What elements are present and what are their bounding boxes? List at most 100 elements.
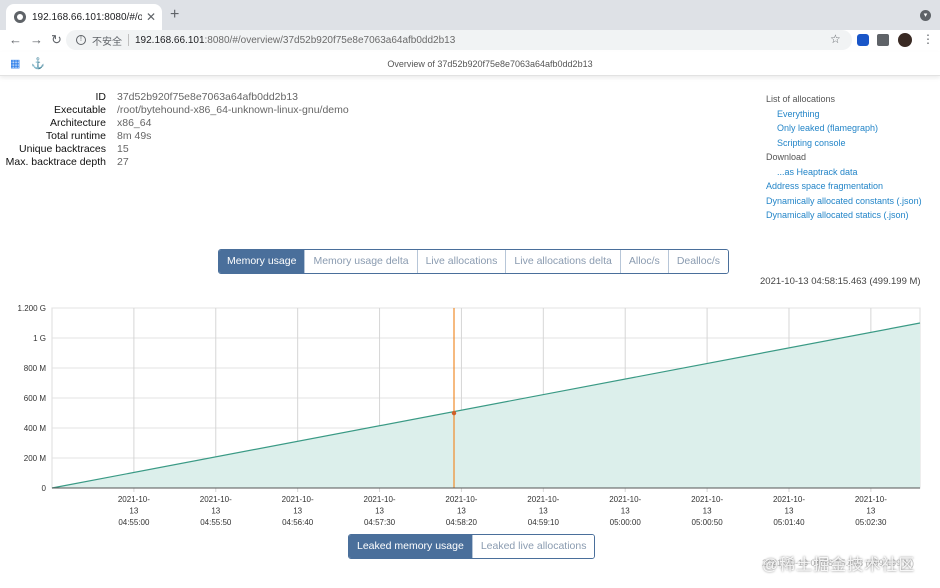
overview-info: ID 37d52b920f75e8e7063a64afb0dd2b13 Execu… [0, 91, 349, 169]
info-key: Total runtime [45, 130, 106, 142]
download-header: Download [766, 152, 807, 162]
tab-leaked-memory-usage[interactable]: Leaked memory usage [349, 535, 472, 558]
x-tick-label: 2021-10- [364, 495, 396, 504]
info-value: 37d52b920f75e8e7063a64afb0dd2b13 [117, 91, 299, 103]
insecure-label: 不安全 [92, 36, 122, 48]
x-tick-label: 05:01:40 [773, 518, 805, 527]
app-header: ▦ ⚓ Overview of 37d52b920f75e8e7063a64af… [0, 52, 940, 76]
forward-icon[interactable]: → [30, 32, 43, 48]
watermark: @稀土掘金技术社区 [762, 557, 916, 574]
links-panel: List of allocations Everything Only leak… [766, 92, 922, 223]
cursor-point [451, 410, 457, 416]
info-value: x86_64 [117, 117, 152, 129]
x-tick-label: 05:00:00 [610, 518, 642, 527]
info-key: Architecture [49, 117, 106, 129]
x-tick-label: 2021-10- [200, 495, 232, 504]
leak-tabs: Leaked memory usage Leaked live allocati… [348, 534, 596, 559]
tab-memory-usage-delta[interactable]: Memory usage delta [304, 250, 417, 273]
y-tick-label: 800 M [24, 364, 47, 373]
x-tick-label: 2021-10- [118, 495, 150, 504]
y-tick-label: 0 [42, 484, 47, 493]
tab-live-allocations[interactable]: Live allocations [416, 250, 506, 273]
x-tick-label: 2021-10- [282, 495, 314, 504]
x-tick-label: 2021-10- [773, 495, 805, 504]
chart-tabs: Memory usage Memory usage delta Live all… [218, 249, 729, 274]
more-icon[interactable]: ⋮ [922, 32, 934, 46]
link-scripting-console[interactable]: Scripting console [766, 136, 922, 151]
info-key: Executable [54, 104, 106, 116]
x-tick-label: 04:57:30 [364, 518, 396, 527]
tab-memory-usage[interactable]: Memory usage [219, 250, 305, 273]
url-host: 192.168.66.101 [135, 34, 205, 46]
back-icon[interactable]: ← [9, 32, 22, 48]
x-tick-label: 13 [621, 507, 630, 516]
x-tick-label: 04:56:40 [282, 518, 314, 527]
x-tick-label: 13 [866, 507, 875, 516]
link-only-leaked[interactable]: Only leaked (flamegraph) [766, 121, 922, 136]
bookmark-star-icon[interactable]: ☆ [830, 32, 841, 46]
y-tick-label: 1.200 G [18, 304, 46, 313]
link-everything[interactable]: Everything [766, 107, 922, 122]
x-tick-label: 2021-10- [855, 495, 887, 504]
globe-icon [14, 11, 26, 23]
info-row-executable: Executable/root/bytehound-x86_64-unknown… [0, 104, 349, 117]
warning-icon[interactable]: ! [76, 35, 86, 45]
tab-title: 192.168.66.101:8080/#/overvie [32, 11, 142, 23]
info-row-id: ID 37d52b920f75e8e7063a64afb0dd2b13 [0, 91, 349, 104]
x-tick-label: 05:00:50 [692, 518, 724, 527]
x-tick-label: 2021-10- [445, 495, 477, 504]
page-title: Overview of 37d52b920f75e8e7063a64afb0dd… [387, 59, 593, 69]
x-tick-label: 04:55:00 [118, 518, 150, 527]
tab-strip: 192.168.66.101:8080/#/overvie ✕ + ▾ [0, 0, 940, 30]
x-tick-label: 2021-10- [527, 495, 559, 504]
address-bar[interactable]: ! 不安全 192.168.66.101:8080/#/overview/37d… [66, 30, 852, 50]
y-tick-label: 600 M [24, 394, 47, 403]
url-path: :8080/#/overview/37d52b920f75e8e7063a64a… [204, 34, 456, 46]
x-tick-label: 04:58:20 [446, 518, 478, 527]
y-tick-label: 200 M [24, 454, 47, 463]
reload-icon[interactable]: ↻ [51, 32, 62, 48]
x-tick-label: 13 [211, 507, 220, 516]
browser-toolbar: ← → ↻ ! 不安全 192.168.66.101:8080/#/overvi… [0, 30, 940, 52]
info-key: Unique backtraces [19, 143, 106, 155]
info-key: Max. backtrace depth [5, 156, 106, 168]
link-heaptrack[interactable]: ...as Heaptrack data [766, 165, 922, 180]
puzzle-icon[interactable] [877, 34, 889, 46]
tab-search-icon[interactable]: ▾ [920, 10, 931, 21]
info-row-depth: Max. backtrace depth 27 [0, 156, 349, 169]
info-row-architecture: Architecture x86_64 [0, 117, 349, 130]
tab-dealloc-per-sec[interactable]: Dealloc/s [667, 250, 728, 273]
x-tick-label: 13 [375, 507, 384, 516]
extension-icon[interactable] [857, 34, 869, 46]
cursor-timestamp: 2021-10-13 04:58:15.463 (499.199 M) [760, 276, 921, 287]
x-tick-label: 2021-10- [691, 495, 723, 504]
info-value: /root/bytehound-x86_64-unknown-linux-gnu… [117, 104, 349, 116]
x-tick-label: 13 [703, 507, 712, 516]
info-value: 27 [117, 156, 129, 168]
info-value: 15 [117, 143, 129, 155]
info-row-runtime: Total runtime 8m 49s [0, 130, 349, 143]
tab-live-allocations-delta[interactable]: Live allocations delta [505, 250, 620, 273]
link-constants[interactable]: Dynamically allocated constants (.json) [766, 194, 922, 209]
list-of-allocations-header: List of allocations [766, 94, 836, 104]
x-tick-label: 04:55:50 [200, 518, 232, 527]
browser-tab[interactable]: 192.168.66.101:8080/#/overvie ✕ [6, 4, 162, 30]
memory-usage-chart[interactable]: 0 200 M 400 M 600 M 800 M 1 G 1.200 G 2021-10- 1… [0, 296, 940, 530]
x-tick-label: 13 [785, 507, 794, 516]
tab-alloc-per-sec[interactable]: Alloc/s [619, 250, 668, 273]
close-icon[interactable]: ✕ [146, 10, 156, 24]
x-tick-label: 13 [539, 507, 548, 516]
x-tick-label: 05:02:30 [855, 518, 887, 527]
link-fragmentation[interactable]: Address space fragmentation [766, 179, 922, 194]
new-tab-button[interactable]: + [170, 7, 179, 23]
x-tick-label: 04:59:10 [528, 518, 560, 527]
avatar[interactable] [898, 33, 912, 47]
y-tick-label: 1 G [33, 334, 46, 343]
link-statics[interactable]: Dynamically allocated statics (.json) [766, 208, 922, 223]
x-tick-label: 13 [457, 507, 466, 516]
x-tick-label: 13 [293, 507, 302, 516]
info-value: 8m 49s [117, 130, 152, 142]
info-key: ID [95, 91, 107, 103]
x-tick-label: 13 [129, 507, 138, 516]
tab-leaked-live-allocations[interactable]: Leaked live allocations [471, 535, 595, 558]
